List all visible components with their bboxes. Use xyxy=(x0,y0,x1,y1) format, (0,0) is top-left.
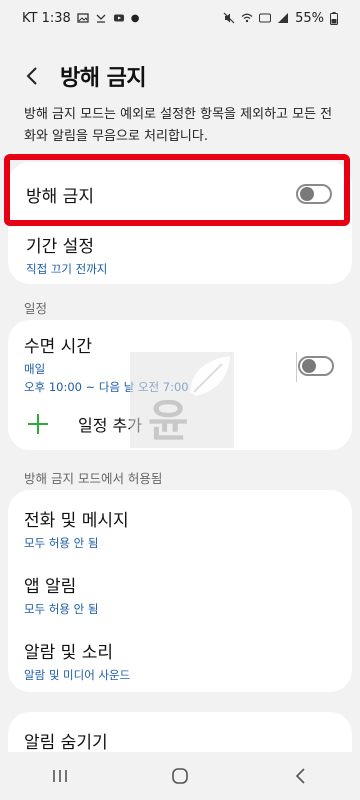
add-schedule-label: 일정 추가 xyxy=(78,416,142,435)
dnd-toggle-row[interactable]: 방해 금지 xyxy=(8,160,352,228)
period-label: 기간 설정 xyxy=(26,237,94,257)
schedule-card: 수면 시간 매일 오후 10:00 ~ 다음 날 오전 7:00 일정 추가 xyxy=(8,320,352,450)
dnd-switch[interactable] xyxy=(296,184,332,204)
mute-icon xyxy=(223,12,235,24)
add-schedule-button[interactable]: 일정 추가 xyxy=(26,412,142,436)
plus-icon xyxy=(26,412,50,436)
home-button[interactable] xyxy=(160,761,200,791)
alarms-sounds-title: 알람 및 소리 xyxy=(24,643,114,663)
period-value: 직접 끄기 전까지 xyxy=(26,262,108,276)
dnd-card: 방해 금지 기간 설정 직접 끄기 전까지 xyxy=(8,162,352,284)
wifi-icon xyxy=(241,13,253,23)
gallery-icon xyxy=(77,13,89,23)
calls-messages-value: 모두 허용 안 됨 xyxy=(24,536,99,550)
allowed-card: 전화 및 메시지 모두 허용 안 됨 앱 알림 모두 허용 안 됨 알람 및 소… xyxy=(8,490,352,692)
chevron-left-icon xyxy=(26,67,37,85)
allowed-section-label: 방해 금지 모드에서 허용됨 xyxy=(24,471,163,486)
back-nav-button[interactable] xyxy=(280,761,320,791)
status-right: 55% xyxy=(223,11,338,26)
navigation-bar xyxy=(0,752,360,800)
volte-icon xyxy=(259,13,272,23)
alarms-sounds-row[interactable]: 알람 및 소리 알람 및 미디어 사운드 xyxy=(24,638,336,683)
sleep-schedule-days: 매일 xyxy=(24,362,46,376)
period-setting-row[interactable]: 기간 설정 직접 끄기 전까지 xyxy=(26,232,107,277)
calls-messages-row[interactable]: 전화 및 메시지 모두 허용 안 됨 xyxy=(24,506,336,551)
youtube-icon xyxy=(113,14,124,22)
home-icon xyxy=(172,768,188,784)
missed-call-icon xyxy=(96,14,106,23)
page-description: 방해 금지 모드는 예외로 설정한 항목을 제외하고 모든 전화와 알림을 무음… xyxy=(24,107,333,144)
recent-apps-button[interactable] xyxy=(40,761,80,791)
alarms-sounds-value: 알람 및 미디어 사운드 xyxy=(24,668,131,682)
battery-icon xyxy=(330,11,338,25)
app-header: 방해 금지 xyxy=(0,56,360,96)
sleep-schedule-title: 수면 시간 xyxy=(24,337,92,357)
signal-icon xyxy=(278,13,289,23)
battery-percent: 55% xyxy=(295,10,324,26)
vertical-divider xyxy=(296,352,297,382)
dnd-label: 방해 금지 xyxy=(26,186,94,207)
status-left: KT 1:38 ● xyxy=(22,11,140,26)
more-notifications-dot: ● xyxy=(130,12,140,24)
back-button[interactable] xyxy=(20,64,44,88)
schedule-section-label: 일정 xyxy=(24,301,48,316)
carrier-time: KT 1:38 xyxy=(22,10,71,26)
sleep-schedule-time: 오후 10:00 ~ 다음 날 오전 7:00 xyxy=(24,380,189,394)
page-title: 방해 금지 xyxy=(60,66,147,91)
sleep-schedule-switch[interactable] xyxy=(298,356,334,376)
status-bar: KT 1:38 ● 55% xyxy=(0,0,360,36)
calls-messages-title: 전화 및 메시지 xyxy=(24,511,129,531)
back-nav-icon xyxy=(295,768,305,784)
recent-apps-icon xyxy=(53,770,67,782)
app-notifications-value: 모두 허용 안 됨 xyxy=(24,602,99,616)
sleep-schedule-row[interactable]: 수면 시간 매일 오후 10:00 ~ 다음 날 오전 7:00 xyxy=(24,332,336,396)
hide-notifications-row[interactable]: 알림 숨기기 xyxy=(24,728,108,753)
hide-notifications-title: 알림 숨기기 xyxy=(24,733,108,753)
app-notifications-row[interactable]: 앱 알림 모두 허용 안 됨 xyxy=(24,572,336,617)
app-notifications-title: 앱 알림 xyxy=(24,577,77,597)
